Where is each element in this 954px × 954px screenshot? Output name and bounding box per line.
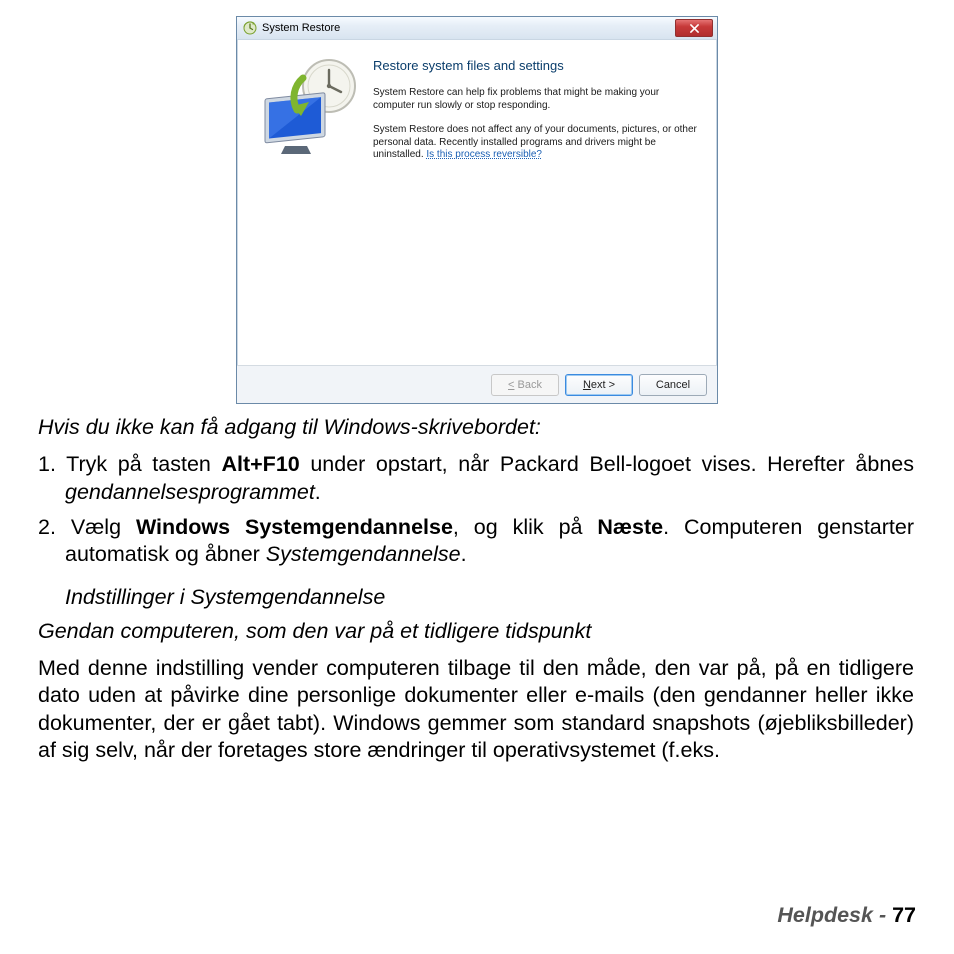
monitor-clock-icon — [255, 56, 367, 161]
instruction-list: Tryk på tasten Alt+F10 under opstart, nå… — [38, 451, 914, 568]
window-title: System Restore — [262, 22, 340, 34]
document-body: Hvis du ikke kan få adgang til Windows-s… — [38, 414, 914, 764]
dialog-content: Restore system files and settings System… — [367, 56, 699, 365]
list-item: Tryk på tasten Alt+F10 under opstart, nå… — [38, 451, 914, 506]
dialog-title: Restore system files and settings — [373, 58, 699, 73]
footer-label: Helpdesk - — [777, 903, 892, 927]
back-button: < Back — [491, 374, 559, 396]
reversible-link[interactable]: Is this process reversible? — [426, 149, 542, 160]
doc-paragraph: Med denne indstilling vender computeren … — [38, 655, 914, 764]
button-bar: < Back Next > Cancel — [237, 365, 717, 403]
doc-subheading: Indstillinger i Systemgendannelse — [65, 584, 914, 611]
doc-subheading-2: Gendan computeren, som den var på et tid… — [38, 618, 914, 645]
titlebar[interactable]: System Restore — [237, 17, 717, 40]
system-restore-window: System Restore — [236, 16, 718, 404]
page-footer: Helpdesk - 77 — [777, 903, 916, 928]
restore-illustration — [255, 56, 367, 365]
dialog-para-1: System Restore can help fix problems tha… — [373, 87, 699, 112]
close-button[interactable] — [675, 19, 713, 37]
list-item: Vælg Windows Systemgendannelse, og klik … — [38, 514, 914, 569]
close-icon — [690, 24, 699, 33]
dialog-body: Restore system files and settings System… — [237, 40, 717, 365]
cancel-button[interactable]: Cancel — [639, 374, 707, 396]
page-number: 77 — [892, 903, 916, 927]
next-button[interactable]: Next > — [565, 374, 633, 396]
doc-heading: Hvis du ikke kan få adgang til Windows-s… — [38, 414, 914, 441]
restore-icon — [243, 21, 257, 35]
dialog-para-2: System Restore does not affect any of yo… — [373, 124, 699, 162]
